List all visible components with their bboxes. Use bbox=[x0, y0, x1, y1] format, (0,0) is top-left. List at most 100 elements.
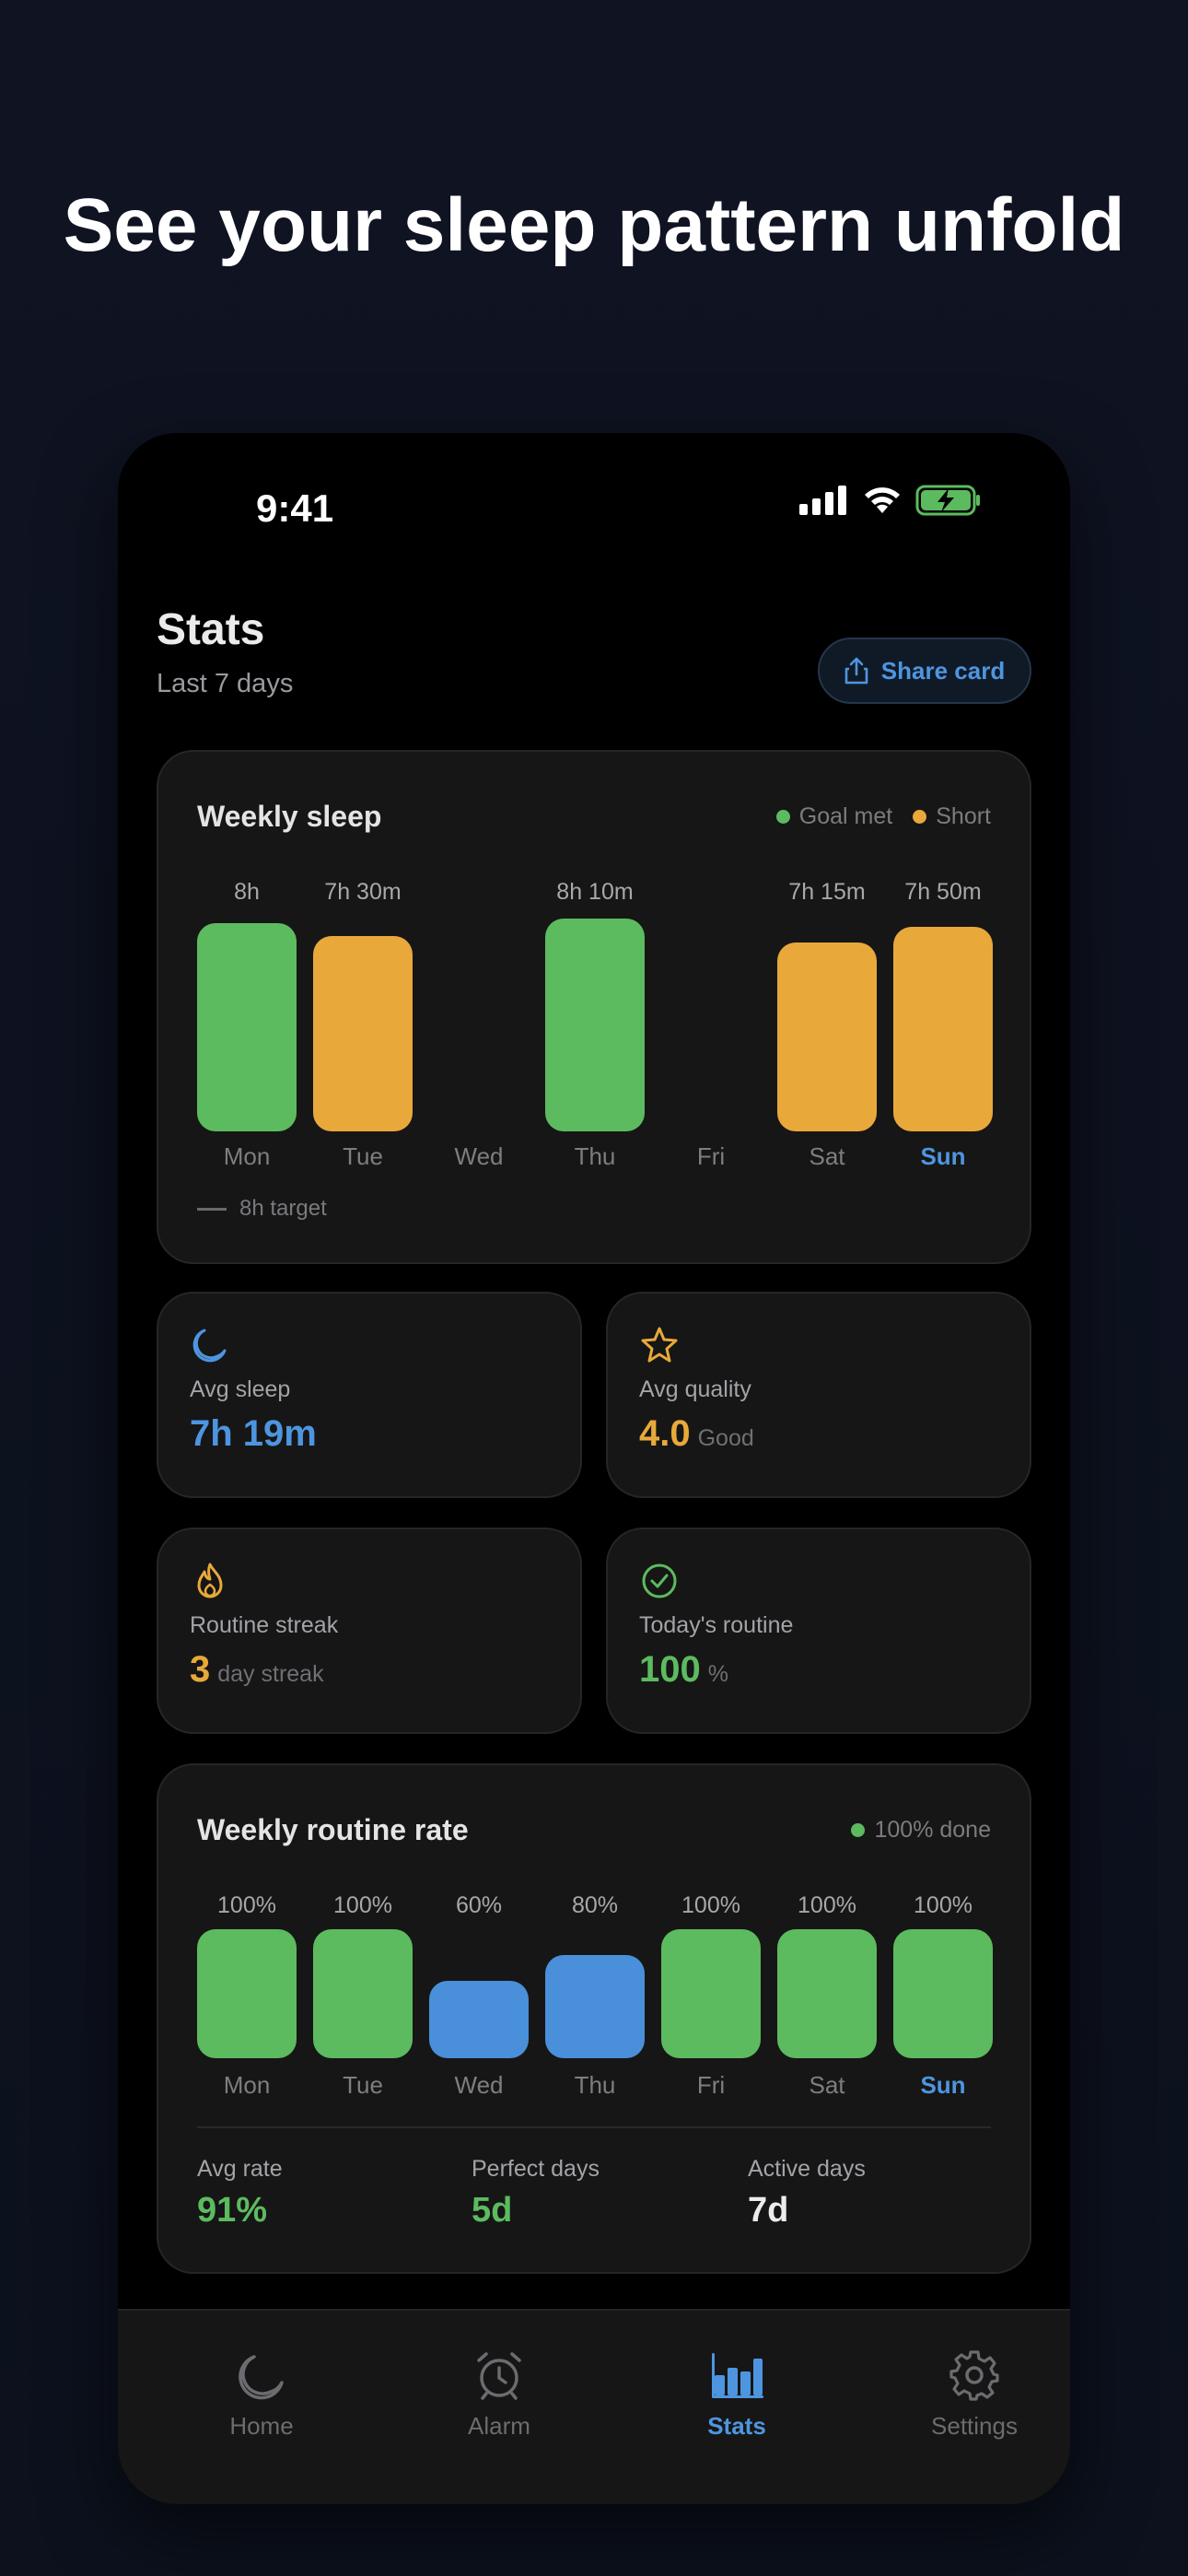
gear-icon bbox=[949, 2350, 999, 2401]
legend-short-label: Short bbox=[936, 803, 991, 829]
routine-rate-title: Weekly routine rate bbox=[197, 1813, 469, 1846]
target-label: 8h target bbox=[239, 1196, 327, 1221]
tab-stats-label: Stats bbox=[707, 2412, 766, 2440]
tab-home-label: Home bbox=[229, 2412, 294, 2440]
tab-bar: Home Alarm Stats Settings bbox=[118, 2309, 1070, 2504]
target-legend: 8h target bbox=[197, 1196, 327, 1222]
sleep-day-label: Mon bbox=[223, 1142, 271, 1170]
sleep-day-label: Wed bbox=[454, 1142, 504, 1170]
tab-alarm[interactable]: Alarm bbox=[407, 2348, 591, 2441]
routine-bar-tue bbox=[313, 1929, 413, 2058]
routine-bar-value: 100% bbox=[798, 1892, 856, 1918]
sleep-bar-value: 7h 15m bbox=[788, 879, 866, 905]
routine-streak-label: Routine streak bbox=[190, 1612, 339, 1638]
routine-streak-value: 3 day streak bbox=[190, 1649, 324, 1691]
legend-short: Short bbox=[913, 803, 991, 830]
sleep-day-label: Sat bbox=[809, 1142, 845, 1170]
avg-quality-unit: Good bbox=[697, 1425, 754, 1451]
routine-day-label: Tue bbox=[343, 2071, 383, 2099]
avg-quality-card: Avg quality 4.0 Good bbox=[606, 1292, 1031, 1498]
routine-day-label: Thu bbox=[574, 2071, 616, 2099]
share-icon bbox=[844, 657, 868, 685]
sleep-bar-tue bbox=[313, 935, 413, 1131]
todays-routine-card: Today's routine 100% bbox=[606, 1528, 1031, 1734]
routine-day-label: Mon bbox=[223, 2071, 271, 2099]
todays-routine-unit: % bbox=[707, 1661, 728, 1687]
sleep-bar-value: 8h 10m bbox=[556, 879, 634, 905]
avg-quality-label: Avg quality bbox=[639, 1376, 751, 1402]
share-card-label: Share card bbox=[880, 656, 1006, 685]
perfect-days-value: 5d bbox=[472, 2191, 513, 2230]
weekly-sleep-title: Weekly sleep bbox=[197, 800, 382, 833]
routine-streak-number: 3 bbox=[190, 1649, 211, 1690]
todays-routine-value: 100% bbox=[639, 1649, 728, 1691]
routine-legend: 100% done bbox=[851, 1817, 991, 1844]
routine-bar-value: 60% bbox=[455, 1892, 503, 1918]
todays-routine-label: Today's routine bbox=[639, 1612, 794, 1638]
sleep-bar-sat bbox=[777, 942, 877, 1131]
signal-icon bbox=[799, 486, 846, 515]
weekly-routine-card: Weekly routine rate 100% done 100% Mon 100… bbox=[157, 1763, 1031, 2274]
routine-streak-unit: day streak bbox=[217, 1661, 324, 1687]
moon-icon bbox=[192, 1329, 227, 1363]
weekly-sleep-legend: Goal met Short bbox=[775, 803, 991, 830]
routine-streak-card: Routine streak 3 day streak bbox=[157, 1528, 582, 1734]
routine-day-label: Sat bbox=[809, 2071, 845, 2099]
check-circle-icon bbox=[642, 1563, 677, 1598]
perfect-days-label: Perfect days bbox=[472, 2156, 600, 2182]
routine-bar-wed bbox=[429, 1981, 529, 2058]
legend-done: 100% done bbox=[851, 1817, 991, 1844]
tab-settings-label: Settings bbox=[931, 2412, 1018, 2440]
status-time: 9:41 bbox=[256, 486, 334, 530]
routine-day-label: Fri bbox=[696, 2071, 726, 2099]
page-subtitle: Last 7 days bbox=[157, 669, 294, 698]
routine-bar-value: 100% bbox=[333, 1892, 392, 1918]
active-days-value: 7d bbox=[748, 2191, 789, 2230]
legend-goal-met: Goal met bbox=[775, 803, 893, 830]
sleep-day-label: Thu bbox=[574, 1142, 616, 1170]
avg-quality-value: 4.0 Good bbox=[639, 1413, 754, 1455]
tab-stats[interactable]: Stats bbox=[645, 2348, 829, 2441]
avg-rate-label: Avg rate bbox=[197, 2156, 283, 2182]
weekly-sleep-card: Weekly sleep Goal met Short 8h Mon 7h 30m T… bbox=[157, 750, 1031, 1264]
routine-bar-fri bbox=[661, 1929, 761, 2058]
sleep-day-label: Fri bbox=[696, 1142, 726, 1170]
routine-bar-value: 100% bbox=[914, 1892, 973, 1918]
wifi-icon bbox=[865, 487, 900, 513]
target-dash bbox=[197, 1207, 227, 1211]
moon-icon bbox=[239, 2355, 284, 2400]
summary-divider bbox=[197, 2126, 991, 2128]
bar-chart-icon bbox=[712, 2353, 763, 2398]
sleep-bar-mon bbox=[197, 922, 297, 1131]
flame-icon bbox=[197, 1563, 223, 1598]
tab-alarm-label: Alarm bbox=[468, 2412, 530, 2440]
sleep-bar-value: 7h 30m bbox=[324, 879, 402, 905]
legend-done-label: 100% done bbox=[874, 1817, 991, 1843]
avg-sleep-card: Avg sleep 7h 19m bbox=[157, 1292, 582, 1498]
avg-sleep-label: Avg sleep bbox=[190, 1376, 291, 1402]
share-card-button[interactable]: Share card bbox=[818, 638, 1031, 704]
tab-settings[interactable]: Settings bbox=[882, 2348, 1066, 2441]
sleep-day-label: Sun bbox=[920, 1142, 966, 1170]
sleep-day-label: Tue bbox=[343, 1142, 383, 1170]
tab-home[interactable]: Home bbox=[169, 2348, 354, 2441]
alarm-icon bbox=[477, 2352, 521, 2400]
short-dot bbox=[913, 810, 927, 824]
sleep-bar-value: 7h 50m bbox=[904, 879, 982, 905]
active-days-label: Active days bbox=[748, 2156, 866, 2182]
goal-dot bbox=[775, 810, 790, 824]
page-title: Stats bbox=[157, 605, 265, 654]
done-dot bbox=[851, 1823, 866, 1837]
routine-bar-value: 80% bbox=[571, 1892, 619, 1918]
battery-charging-icon bbox=[915, 485, 980, 516]
routine-bar-value: 100% bbox=[681, 1892, 740, 1918]
legend-goal-met-label: Goal met bbox=[798, 803, 893, 829]
sleep-bar-sun bbox=[893, 927, 993, 1131]
routine-day-label: Wed bbox=[454, 2071, 504, 2099]
routine-bar-sat bbox=[777, 1929, 877, 2058]
phone-frame: 9:41 Stats Last 7 days Share card Weekly… bbox=[118, 433, 1070, 2504]
headline: See your sleep pattern unfold bbox=[63, 183, 1125, 267]
routine-bar-thu bbox=[545, 1955, 645, 2058]
routine-bar-value: 100% bbox=[217, 1892, 276, 1918]
routine-bar-sun bbox=[893, 1929, 993, 2058]
